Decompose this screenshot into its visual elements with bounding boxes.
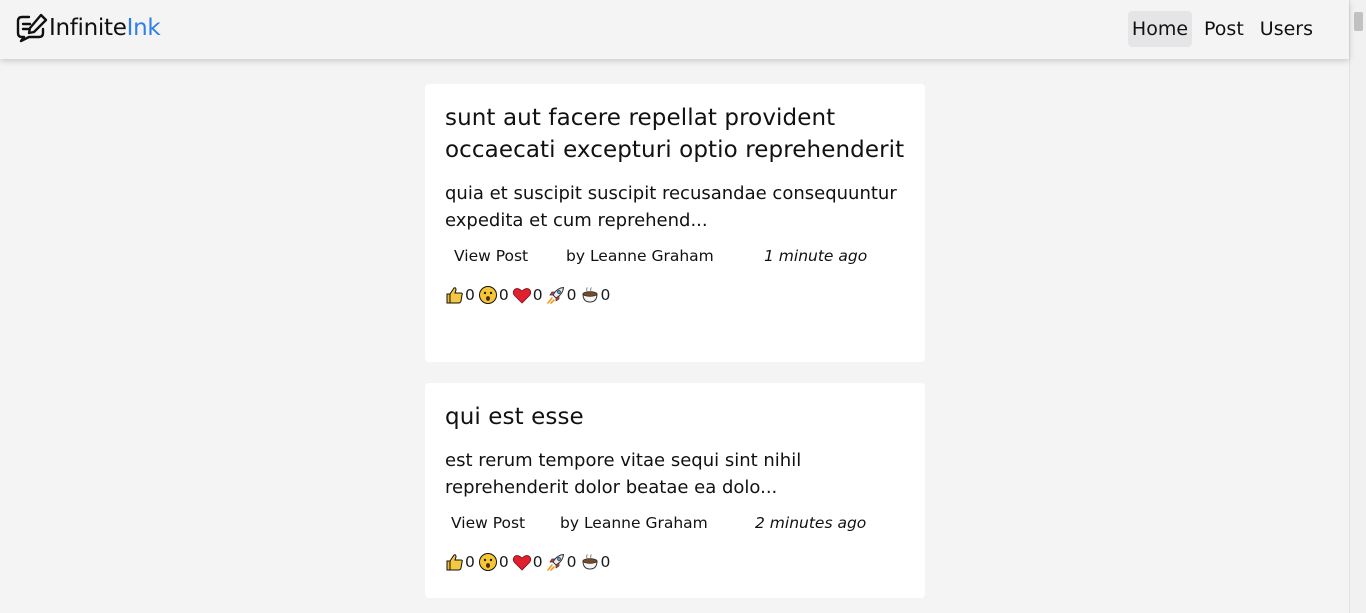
- coffee-icon: [581, 554, 598, 570]
- reaction-count: 0: [498, 286, 509, 304]
- reaction-count: 0: [465, 286, 475, 304]
- post-title: sunt aut facere repellat provident occae…: [445, 105, 905, 163]
- reaction-heart[interactable]: 0: [512, 551, 543, 573]
- reaction-count: 0: [600, 286, 611, 304]
- rocket-icon: [546, 286, 564, 304]
- reaction-heart[interactable]: 0: [512, 284, 543, 306]
- reaction-coffee[interactable]: 0: [580, 551, 611, 573]
- brand-logo[interactable]: InfiniteInk: [15, 13, 161, 43]
- reaction-count: 0: [498, 553, 509, 571]
- reaction-rocket[interactable]: 0: [546, 284, 577, 306]
- view-post-link[interactable]: View Post: [445, 512, 560, 534]
- reaction-wow[interactable]: 0: [478, 551, 509, 573]
- brand-name-part2: Ink: [126, 15, 161, 41]
- reaction-bar: 0 0 0 0 0: [445, 551, 905, 573]
- post-excerpt: est rerum tempore vitae sequi sint nihil…: [445, 450, 802, 498]
- reaction-count: 0: [600, 553, 611, 571]
- reaction-count: 0: [465, 553, 475, 571]
- nav-users[interactable]: Users: [1256, 11, 1317, 47]
- reaction-count: 0: [532, 286, 543, 304]
- post-card: sunt aut facere repellat provident occae…: [425, 84, 925, 362]
- post-author: by Leanne Graham: [560, 514, 708, 532]
- post-meta: View Post by Leanne Graham 2 minutes ago: [445, 512, 905, 534]
- top-navbar: InfiniteInk Home Post Users: [0, 0, 1349, 59]
- pen-chat-icon: [16, 13, 48, 43]
- reaction-thumbs-up[interactable]: 0: [445, 551, 475, 573]
- reaction-count: 0: [566, 553, 577, 571]
- surprised-face-icon: [478, 286, 497, 304]
- reaction-count: 0: [566, 286, 577, 304]
- post-meta: View Post by Leanne Graham 1 minute ago: [445, 245, 905, 267]
- post-timestamp: 1 minute ago: [764, 247, 868, 265]
- heart-icon: [512, 287, 531, 304]
- post-author: by Leanne Graham: [566, 247, 714, 265]
- heart-icon: [512, 554, 531, 571]
- post-timestamp: 2 minutes ago: [755, 514, 867, 532]
- reaction-count: 0: [532, 553, 543, 571]
- reaction-rocket[interactable]: 0: [546, 551, 577, 573]
- surprised-face-icon: [478, 553, 497, 571]
- reaction-bar: 0 0 0 0 0: [445, 284, 905, 306]
- thumbs-up-icon: [446, 286, 463, 303]
- nav-post[interactable]: Post: [1200, 11, 1248, 47]
- main-nav: Home Post Users: [1127, 11, 1317, 47]
- view-post-link[interactable]: View Post: [445, 245, 566, 267]
- reaction-thumbs-up[interactable]: 0: [445, 284, 475, 306]
- page-scrollbar[interactable]: [1349, 0, 1366, 613]
- post-card: qui est esse est rerum tempore vitae seq…: [425, 383, 925, 598]
- post-title: qui est esse: [445, 404, 584, 430]
- reaction-coffee[interactable]: 0: [580, 284, 611, 306]
- posts-feed: sunt aut facere repellat provident occae…: [425, 84, 925, 613]
- brand-name: InfiniteInk: [49, 13, 161, 43]
- post-excerpt: quia et suscipit suscipit recusandae con…: [445, 183, 897, 231]
- brand-name-part1: Infinite: [49, 15, 127, 41]
- rocket-icon: [546, 553, 564, 571]
- reaction-wow[interactable]: 0: [478, 284, 509, 306]
- coffee-icon: [581, 287, 598, 303]
- nav-home[interactable]: Home: [1127, 11, 1193, 47]
- scrollbar-thumb[interactable]: [1354, 12, 1363, 31]
- thumbs-up-icon: [446, 553, 463, 570]
